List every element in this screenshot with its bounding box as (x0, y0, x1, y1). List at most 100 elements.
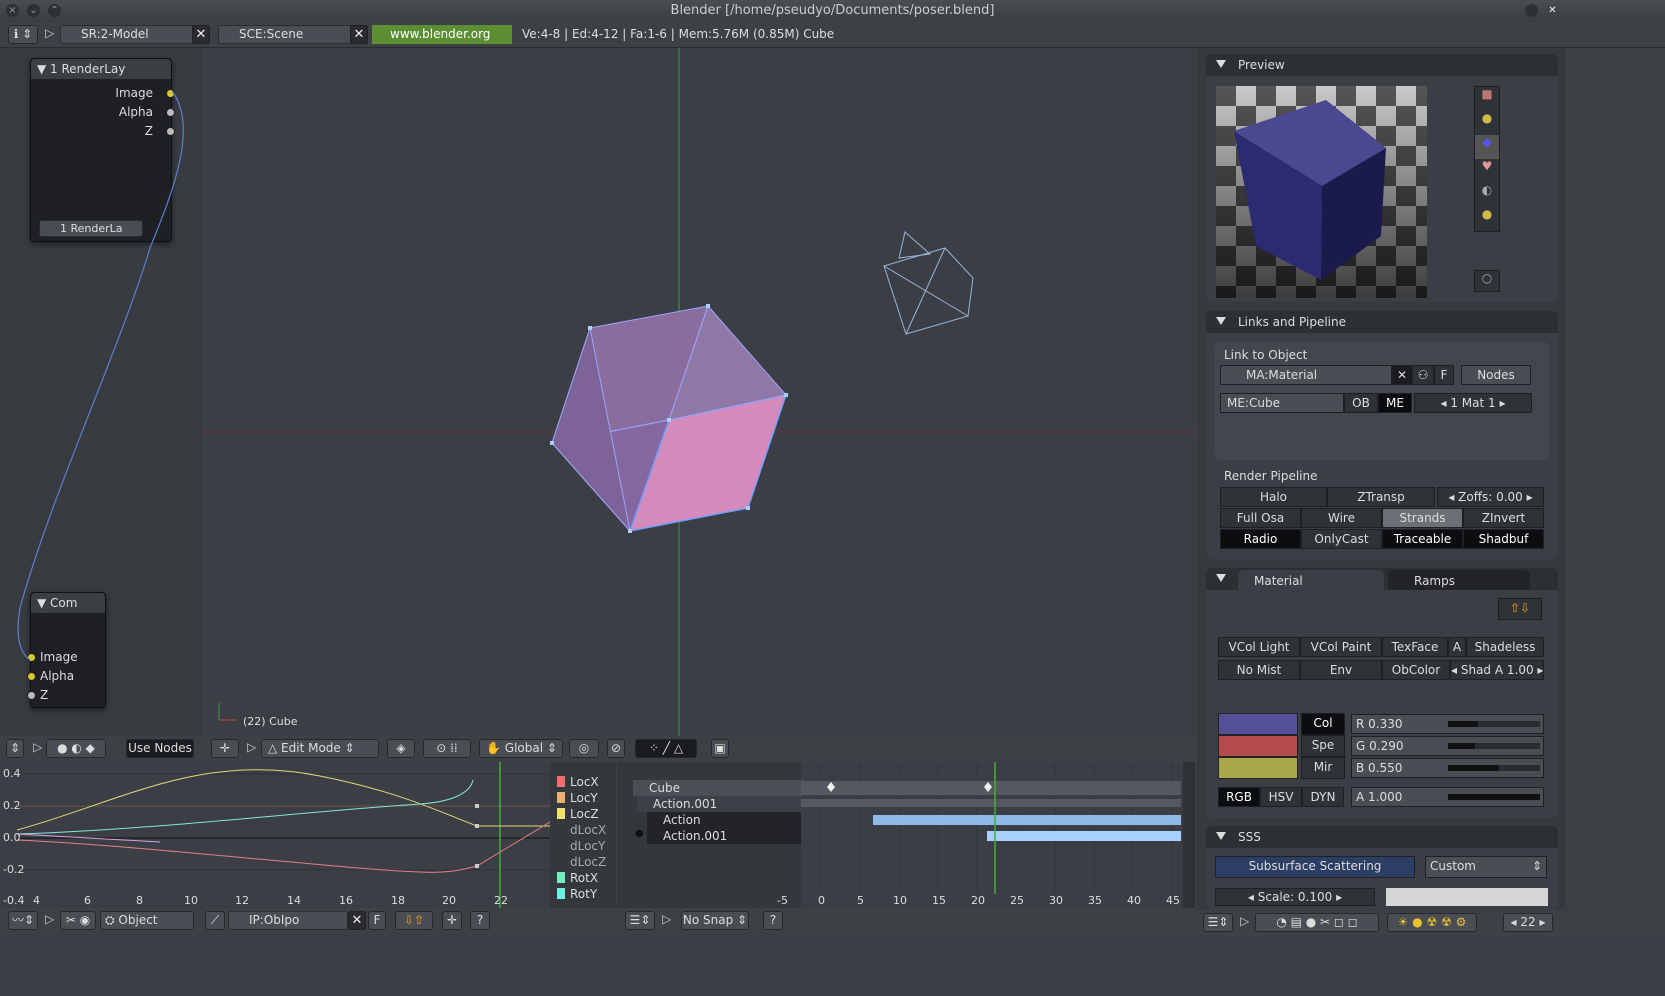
context-buttons[interactable]: ◔ ▤ ● ✂ ◻ ◻ (1255, 913, 1379, 932)
nla-strip-row[interactable]: Action (647, 812, 801, 828)
full-osa-button[interactable]: Full Osa (1220, 508, 1301, 528)
shad-alpha-field[interactable]: ◂ Shad A 1.00 ▸ (1450, 660, 1544, 680)
collapse-icon[interactable] (1216, 60, 1226, 68)
red-slider[interactable]: R 0.330 (1351, 714, 1544, 734)
mesh-field[interactable]: ME:Cube (1220, 393, 1344, 413)
close-icon[interactable]: × (6, 4, 19, 17)
ipo-view-buttons[interactable]: ✂ ◉ (60, 911, 96, 930)
vcol-paint-button[interactable]: VCol Paint (1300, 637, 1382, 657)
preview-sphere-icon[interactable]: ● (1475, 111, 1499, 135)
preview-monkey-icon[interactable]: ♥ (1475, 159, 1499, 183)
material-selector[interactable]: MA:Material (1220, 365, 1392, 385)
material-user-icon[interactable]: ⚇ (1412, 365, 1434, 385)
ipo-type-selector[interactable]: ⛭ Object (100, 911, 194, 930)
view3d-collapse-icon[interactable]: ▷ (247, 740, 256, 754)
nla-object-row[interactable]: Cube (633, 780, 803, 796)
3d-viewport[interactable]: (22) Cube ✛ ▷ △ Edit Mode ⇕ ◈ ⊙ ⁞⁞ ✋ Glo… (203, 48, 1196, 762)
link-ob-button[interactable]: OB (1344, 393, 1378, 413)
screen-delete-button[interactable]: ✕ (192, 25, 210, 44)
onlycast-button[interactable]: OnlyCast (1301, 529, 1382, 549)
node-type-buttons[interactable]: ● ◐ ◆ (46, 739, 106, 758)
ipo-fake-user-button[interactable]: F (368, 911, 386, 930)
wire-button[interactable]: Wire (1301, 508, 1382, 528)
dyn-mode-button[interactable]: DYN (1302, 787, 1344, 807)
texface-button[interactable]: TexFace (1382, 637, 1448, 657)
material-index-field[interactable]: ◂ 1 Mat 1 ▸ (1414, 393, 1532, 413)
header-collapse-icon[interactable]: ▷ (45, 26, 54, 40)
nla-window-type-button[interactable]: ☰⇕ (625, 911, 655, 930)
preview-hair-icon[interactable]: ◐ (1475, 183, 1499, 207)
strands-button[interactable]: Strands (1382, 508, 1463, 528)
collapse-icon[interactable] (1216, 317, 1226, 325)
proportional-edit-button[interactable]: ◎ (569, 739, 599, 758)
halo-button[interactable]: Halo (1220, 487, 1327, 507)
snap-selector[interactable]: No Snap ⇕ (681, 911, 749, 930)
zinvert-button[interactable]: ZInvert (1463, 508, 1544, 528)
rgb-mode-button[interactable]: RGB (1218, 787, 1260, 807)
traceable-button[interactable]: Traceable (1382, 529, 1463, 549)
ipo-lock-icon[interactable]: ? (470, 911, 490, 930)
blue-slider[interactable]: B 0.550 (1351, 758, 1544, 778)
ipo-pin-icon[interactable]: ⟋ (205, 911, 225, 930)
mir-swatch[interactable] (1218, 757, 1298, 779)
shadbuf-button[interactable]: Shadbuf (1463, 529, 1544, 549)
ipo-zoom-icon[interactable]: ✛ (442, 911, 462, 930)
sss-enable-button[interactable]: Subsurface Scattering (1215, 856, 1415, 878)
node-window-type-button[interactable]: ⇕ (6, 739, 24, 758)
frame-field[interactable]: ◂ 22 ▸ (1503, 913, 1553, 932)
green-slider[interactable]: G 0.290 (1351, 736, 1544, 756)
shadeless-button[interactable]: Shadeless (1466, 637, 1544, 657)
preview-panel-header[interactable]: Preview (1206, 54, 1558, 76)
screen-selector[interactable]: SR:2-Model (60, 25, 208, 44)
preview-plane-icon[interactable]: ■ (1475, 87, 1499, 111)
draw-type-button[interactable]: ◈ (387, 739, 415, 758)
mode-selector[interactable]: △ Edit Mode ⇕ (261, 739, 379, 758)
ipo-collapse-icon[interactable]: ▷ (45, 912, 54, 926)
tab-material[interactable]: Material (1238, 570, 1384, 590)
blender-site-badge[interactable]: www.blender.org 249.2 (372, 25, 512, 60)
use-nodes-toggle[interactable]: Use Nodes (126, 739, 194, 758)
radio-button[interactable]: Radio (1220, 529, 1301, 549)
pivot-button[interactable]: ⊙ ⁞⁞ (423, 739, 471, 758)
env-button[interactable]: Env (1300, 660, 1382, 680)
sss-panel-header[interactable]: SSS (1206, 826, 1558, 848)
select-mode-buttons[interactable]: ⁘ ╱ △ (635, 739, 697, 758)
zoffs-field[interactable]: ◂ Zoffs: 0.00 ▸ (1437, 487, 1544, 507)
hsv-mode-button[interactable]: HSV (1260, 787, 1302, 807)
nla-strip-row[interactable]: Action.001 (647, 828, 801, 844)
orientation-selector[interactable]: ✋ Global ⇕ (479, 739, 563, 758)
nla-scrollbar[interactable] (1183, 762, 1195, 908)
nodes-button[interactable]: Nodes (1461, 365, 1531, 385)
buttons-collapse-icon[interactable]: ▷ (1240, 914, 1249, 928)
view3d-window-type-button[interactable]: ✛ (211, 739, 239, 758)
info-window-type-button[interactable]: ℹ ⇕ (8, 25, 38, 44)
maximize-icon[interactable]: ⌃ (48, 4, 61, 17)
subcontext-buttons[interactable]: ☀ ● ☢ ☢ ⚙ (1387, 913, 1477, 932)
ztransp-button[interactable]: ZTransp (1327, 487, 1435, 507)
preview-cube-icon[interactable]: ◆ (1475, 135, 1499, 159)
obcolor-button[interactable]: ObColor (1382, 660, 1450, 680)
texface-alpha-button[interactable]: A (1448, 637, 1466, 657)
preview-type-buttons[interactable]: ■ ● ◆ ♥ ◐ ● (1474, 86, 1500, 232)
buttons-window-type-button[interactable]: ☰⇕ (1203, 913, 1233, 932)
preview-refresh-icon[interactable]: ○ (1474, 270, 1500, 292)
node-editor[interactable]: ▼ 1 RenderLay Image Alpha Z 1 RenderLa ▼… (0, 48, 202, 762)
minimize-icon[interactable]: ⌄ (27, 4, 40, 17)
col-swatch[interactable] (1218, 713, 1298, 735)
scene-delete-button[interactable]: ✕ (350, 25, 368, 44)
col-button[interactable]: Col (1301, 713, 1345, 735)
mir-button[interactable]: Mir (1301, 757, 1345, 779)
links-panel-header[interactable]: Links and Pipeline (1206, 311, 1558, 333)
scene-selector[interactable]: SCE:Scene (218, 25, 366, 44)
no-mist-button[interactable]: No Mist (1218, 660, 1300, 680)
sss-color-swatch[interactable] (1386, 888, 1548, 906)
render-view-button[interactable]: ▣ (711, 739, 729, 758)
spe-swatch[interactable] (1218, 735, 1298, 757)
sss-scale-field[interactable]: ◂ Scale: 0.100 ▸ (1215, 888, 1375, 906)
nla-lock-icon[interactable]: ? (763, 911, 783, 930)
ipo-unlink-button[interactable]: ✕ (348, 911, 366, 930)
spe-button[interactable]: Spe (1301, 735, 1345, 757)
preview-sky-icon[interactable]: ● (1475, 207, 1499, 231)
sss-preset-select[interactable]: Custom ⇕ (1425, 856, 1547, 878)
link-me-button[interactable]: ME (1378, 393, 1412, 413)
